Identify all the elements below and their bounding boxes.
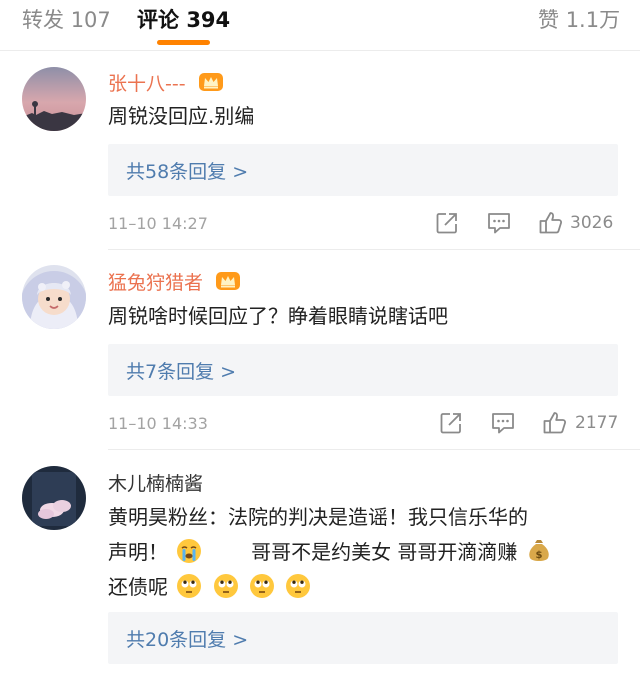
replies-link[interactable]: 共7条回复 >	[108, 344, 618, 396]
like-icon[interactable]	[538, 210, 564, 236]
tab-repost[interactable]: 转发 107	[22, 4, 111, 34]
comment-text: 黄明昊粉丝：法院的判决是造谣！我只信乐华的 声明！ 哥哥不是约美女 哥哥开滴滴赚…	[108, 500, 618, 605]
tab-like[interactable]: 赞 1.1万	[538, 4, 620, 34]
money-bag-icon: $	[529, 540, 549, 561]
replies-count: 共7条回复 >	[126, 361, 237, 383]
comment-text-line: 黄明昊粉丝：法院的判决是造谣！我只信乐华的	[108, 505, 528, 529]
like-icon[interactable]	[542, 410, 568, 436]
username[interactable]: 猛兔狩猎者	[108, 268, 241, 295]
replies-count: 共58条回复 >	[126, 161, 249, 183]
username[interactable]: 张十八---	[108, 69, 224, 96]
crown-icon	[198, 73, 223, 91]
like-count: 2177	[575, 413, 619, 433]
eye-roll-emoji-icon	[177, 574, 202, 598]
avatar[interactable]	[22, 466, 86, 530]
tab-like-label: 赞	[538, 8, 559, 32]
replies-link[interactable]: 共20条回复 >	[108, 612, 618, 664]
tab-repost-label: 转发	[22, 8, 64, 32]
comment-meta: 11–10 14:27 3026	[108, 210, 618, 240]
tab-like-count: 1.1万	[565, 8, 621, 32]
eye-roll-emoji-icon	[250, 574, 275, 598]
tab-repost-count: 107	[70, 8, 111, 32]
eye-roll-emoji-icon	[286, 574, 311, 598]
divider	[108, 249, 640, 250]
crying-emoji-icon	[177, 539, 202, 563]
text-segment: 声明！	[108, 540, 168, 564]
timestamp: 11–10 14:33	[108, 414, 208, 433]
svg-text:$: $	[535, 550, 542, 561]
username[interactable]: 木儿楠楠酱	[108, 469, 203, 496]
comment-text-line: 还债呢	[108, 570, 618, 605]
avatar[interactable]	[22, 67, 86, 131]
replies-link[interactable]: 共58条回复 >	[108, 144, 618, 196]
comment-text: 周锐没回应.别编	[108, 104, 255, 128]
text-segment: 还债呢	[108, 575, 168, 599]
text-segment: 哥哥不是约美女 哥哥开滴滴赚	[251, 540, 518, 564]
tab-comment[interactable]: 评论 394	[137, 4, 230, 34]
crown-icon	[216, 272, 241, 290]
username-text: 木儿楠楠酱	[108, 473, 204, 495]
active-tab-indicator	[157, 40, 210, 45]
comment-meta: 11–10 14:33 2177	[108, 410, 618, 440]
avatar[interactable]	[22, 265, 86, 329]
divider	[108, 449, 640, 450]
comment-text: 周锐啥时候回应了？睁着眼睛说瞎话吧	[108, 304, 448, 328]
replies-count: 共20条回复 >	[126, 629, 249, 651]
comment-text-line: 声明！ 哥哥不是约美女 哥哥开滴滴赚 $	[108, 535, 618, 570]
like-count: 3026	[570, 213, 614, 233]
comment-tabs: 转发 107 评论 394 赞 1.1万	[0, 0, 640, 51]
share-icon[interactable]	[434, 210, 460, 236]
tab-comment-count: 394	[186, 8, 231, 32]
comment-icon[interactable]	[486, 210, 512, 236]
comment-icon[interactable]	[490, 410, 516, 436]
tab-comment-label: 评论	[137, 8, 179, 32]
eye-roll-emoji-icon	[213, 574, 238, 598]
timestamp: 11–10 14:27	[108, 214, 208, 233]
username-text: 猛兔狩猎者	[108, 272, 204, 294]
share-icon[interactable]	[438, 410, 464, 436]
username-text: 张十八---	[108, 73, 186, 95]
